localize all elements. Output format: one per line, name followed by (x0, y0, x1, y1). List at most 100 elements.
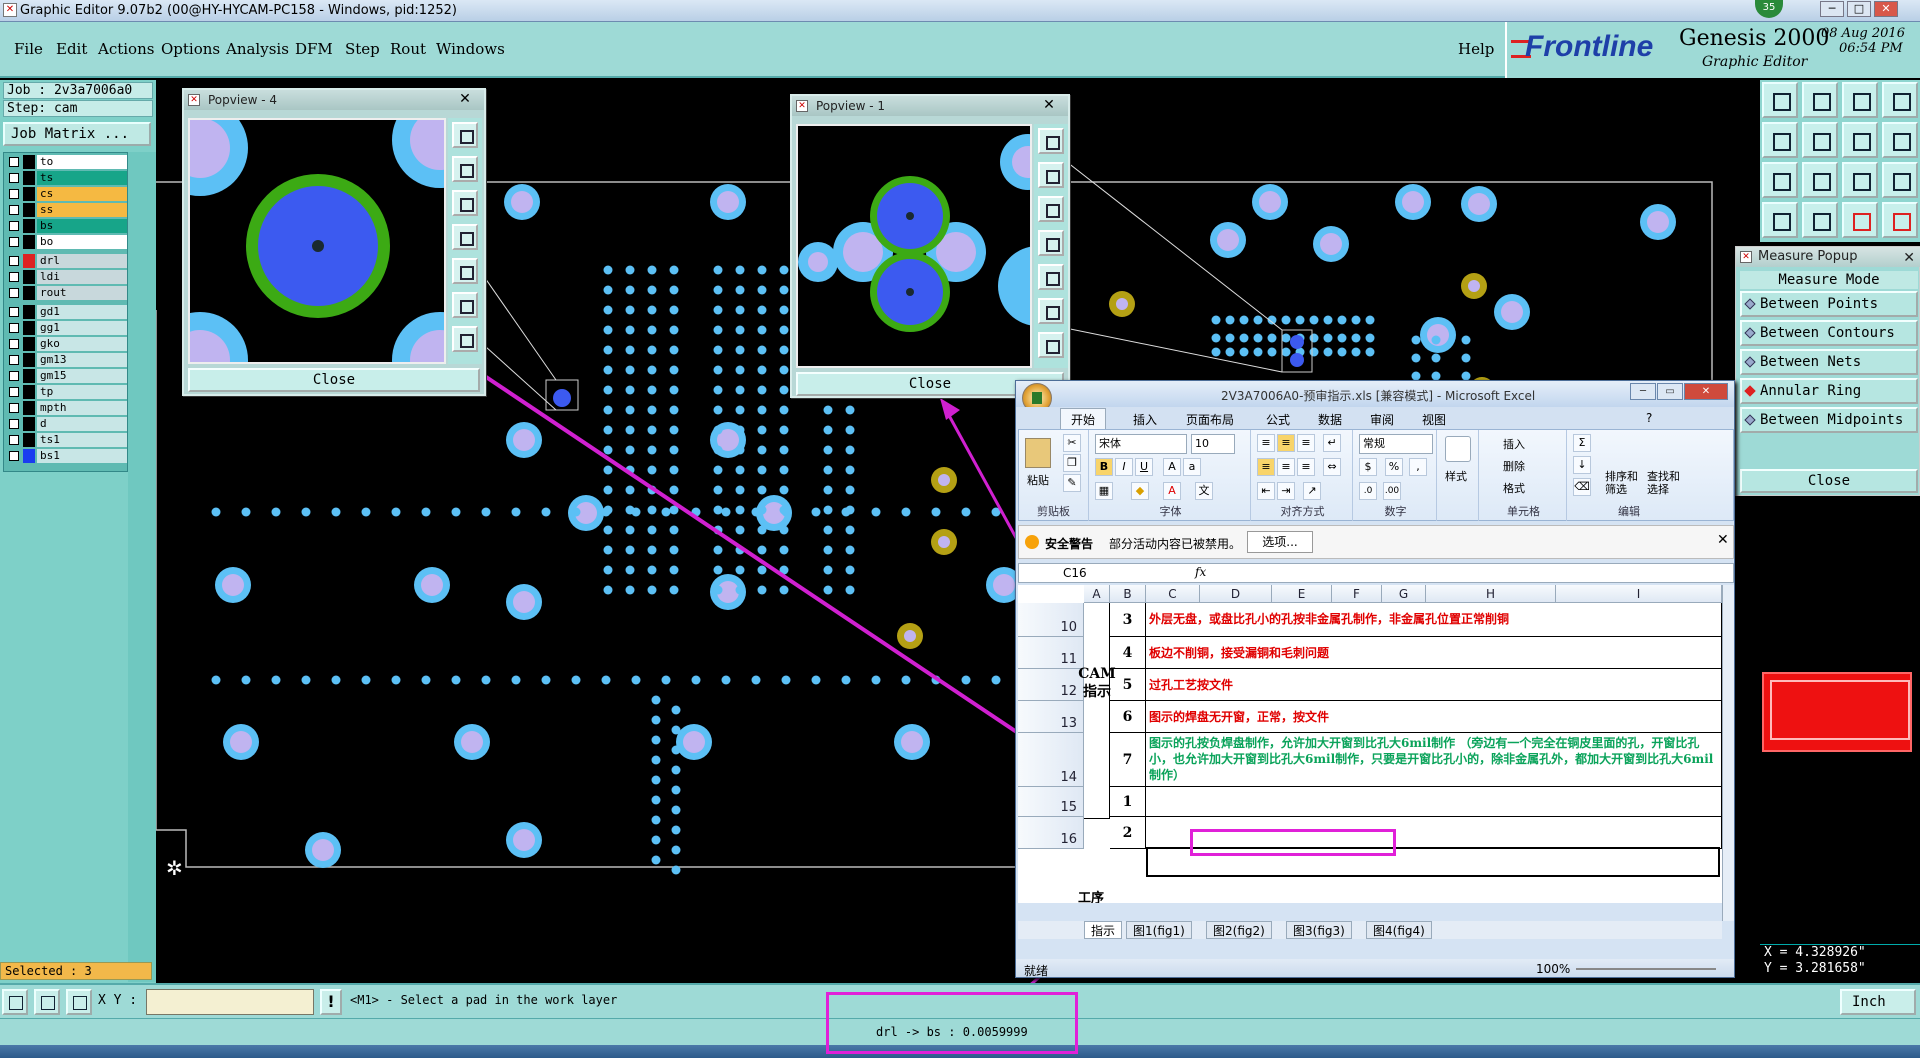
align-center-icon[interactable]: ≡ (1277, 458, 1295, 476)
italic-icon[interactable]: I (1115, 458, 1133, 476)
align-middle-icon[interactable]: ≡ (1277, 434, 1295, 452)
layer-row[interactable]: mpth (7, 401, 127, 415)
layer-row[interactable]: bs (7, 219, 127, 233)
popview-1-view[interactable] (796, 124, 1032, 368)
warning-close-icon[interactable]: ✕ (1717, 532, 1729, 548)
percent-icon[interactable]: % (1385, 458, 1403, 476)
orientation-icon[interactable]: ↗ (1303, 482, 1321, 500)
currency-icon[interactable]: $ (1359, 458, 1377, 476)
layer-display-button[interactable] (1842, 202, 1878, 238)
instruction-cell[interactable] (1146, 787, 1722, 817)
layer-checkbox[interactable] (9, 205, 19, 215)
redraw-button[interactable] (1882, 162, 1918, 198)
popview-4-close-button[interactable]: Close (188, 368, 480, 392)
item-number-cell[interactable]: 6 (1110, 701, 1146, 733)
layer-checkbox[interactable] (9, 451, 19, 461)
phonetic-icon[interactable]: 文 (1195, 482, 1213, 500)
item-number-cell[interactable]: 7 (1110, 733, 1146, 787)
layer-checkbox[interactable] (9, 157, 19, 167)
format-cells-button[interactable]: 格式 (1503, 480, 1525, 496)
pan-up-button[interactable] (1762, 82, 1798, 118)
measure-between-contours[interactable]: Between Contours (1740, 320, 1918, 346)
layer-checkbox[interactable] (9, 221, 19, 231)
layer-row[interactable]: gg1 (7, 321, 127, 335)
layer-compare-button[interactable] (1882, 202, 1918, 238)
maximize-button[interactable]: □ (1847, 1, 1871, 17)
layer-checkbox[interactable] (9, 355, 19, 365)
menu-analysis[interactable]: Analysis (226, 40, 289, 58)
font-size-select[interactable]: 10 (1191, 434, 1235, 454)
cut-icon[interactable]: ✂ (1063, 434, 1081, 452)
layer-checkbox[interactable] (9, 256, 19, 266)
layer-checkbox[interactable] (9, 173, 19, 183)
insert-cells-button[interactable]: 插入 (1503, 436, 1525, 452)
font-color-icon[interactable]: A (1163, 482, 1181, 500)
grow-font-icon[interactable]: A (1163, 458, 1181, 476)
popview-4-close-icon[interactable]: ✕ (450, 91, 480, 108)
menu-edit[interactable]: Edit (56, 40, 87, 58)
font-name-select[interactable]: 宋体 (1095, 434, 1187, 454)
item-number-cell[interactable]: 1 (1110, 787, 1146, 817)
find-select-button[interactable]: 查找和选择 (1647, 470, 1687, 496)
menu-dfm[interactable]: DFM (295, 40, 333, 58)
instruction-cell[interactable]: 图示的焊盘无开窗，正常，按文件 (1146, 701, 1722, 733)
popview-zoom-in-button[interactable] (452, 122, 478, 148)
fx-icon[interactable]: fx (1195, 565, 1206, 579)
menu-options[interactable]: Options (161, 40, 220, 58)
layer-row[interactable]: gd1 (7, 305, 127, 319)
popview-1-close-icon[interactable]: ✕ (1034, 97, 1064, 114)
pan-right-button[interactable] (1802, 122, 1838, 158)
instruction-cell[interactable]: 外层无盘，或盘比孔小的孔按非金属孔制作，非金属孔位置正常削铜 (1146, 603, 1722, 637)
warning-icon[interactable]: ! (320, 989, 342, 1015)
fill-icon[interactable]: ↓ (1573, 456, 1591, 474)
instruction-cell[interactable]: 板边不削铜，接受漏铜和毛刺问题 (1146, 637, 1722, 669)
align-right-icon[interactable]: ≡ (1297, 458, 1315, 476)
layer-row[interactable]: to (7, 155, 127, 169)
grid-mode-button[interactable] (66, 989, 92, 1015)
excel-restore-button[interactable]: ▭ (1657, 383, 1683, 400)
wrap-text-icon[interactable]: ↵ (1323, 434, 1341, 452)
popview-left-button[interactable] (1038, 230, 1064, 256)
layer-row[interactable]: gm15 (7, 369, 127, 383)
tab-insert[interactable]: 插入 (1133, 411, 1157, 428)
styles-label[interactable]: 样式 (1445, 468, 1467, 484)
delete-cells-button[interactable]: 删除 (1503, 458, 1525, 474)
layer-row[interactable]: tp (7, 385, 127, 399)
layer-checkbox[interactable] (9, 323, 19, 333)
layer-row[interactable]: cs (7, 187, 127, 201)
layer-row[interactable]: rout (7, 286, 127, 300)
row-header[interactable]: 16 (1018, 817, 1084, 849)
layer-row[interactable]: ss (7, 203, 127, 217)
layer-checkbox[interactable] (9, 189, 19, 199)
column-header[interactable]: F (1332, 585, 1382, 603)
instruction-cell[interactable]: 图示的孔按负焊盘制作，允许加大开窗到比孔大6mil制作 （旁边有一个完全在铜皮里… (1146, 733, 1722, 787)
snap-button[interactable] (1882, 122, 1918, 158)
column-header[interactable]: C (1146, 585, 1200, 603)
align-top-icon[interactable]: ≡ (1257, 434, 1275, 452)
tab-formulas[interactable]: 公式 (1266, 411, 1290, 428)
zoom-fit-button[interactable] (1762, 162, 1798, 198)
measure-close-icon[interactable]: ✕ (1903, 248, 1915, 268)
measure-between-points[interactable]: Between Points (1740, 291, 1918, 317)
decrease-indent-icon[interactable]: ⇤ (1257, 482, 1275, 500)
column-header[interactable]: G (1382, 585, 1426, 603)
zoom-center-button[interactable] (1802, 162, 1838, 198)
left-scroll-strip[interactable] (128, 152, 156, 982)
row-header[interactable]: 10 (1018, 603, 1084, 637)
underline-icon[interactable]: U (1135, 458, 1153, 476)
layer-row[interactable]: bs1 (7, 449, 127, 463)
sort-filter-button[interactable]: 排序和筛选 (1605, 470, 1645, 496)
sheet-tab[interactable]: 图4(fig4) (1366, 921, 1432, 939)
row-header[interactable]: 13 (1018, 701, 1084, 733)
column-header[interactable]: D (1200, 585, 1272, 603)
popview-down-button[interactable] (1038, 196, 1064, 222)
paste-label[interactable]: 粘贴 (1027, 472, 1049, 488)
styles-icon[interactable] (1445, 436, 1471, 462)
layer-row[interactable]: drl (7, 254, 127, 268)
zoom-slider[interactable] (1576, 968, 1716, 970)
tab-page-layout[interactable]: 页面布局 (1186, 411, 1234, 428)
shrink-font-icon[interactable]: a (1183, 458, 1201, 476)
layer-checkbox[interactable] (9, 307, 19, 317)
bold-icon[interactable]: B (1095, 458, 1113, 476)
popview-right-button[interactable] (452, 258, 478, 284)
